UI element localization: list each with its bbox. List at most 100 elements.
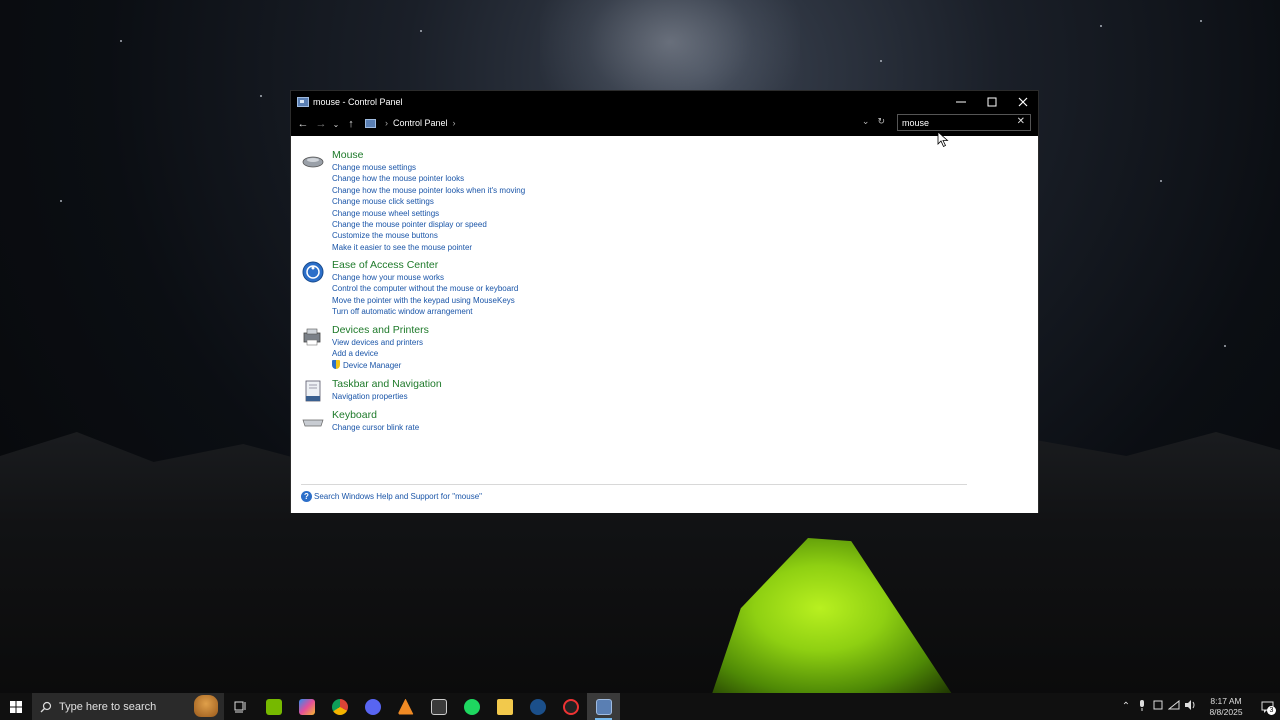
start-button[interactable]	[0, 693, 32, 720]
vlc-icon	[397, 698, 414, 715]
chevron-down-icon: ⌄	[332, 119, 340, 129]
taskbar-app-control-panel[interactable]	[587, 693, 620, 720]
control-panel-icon	[365, 118, 376, 128]
keyboard-icon	[301, 411, 325, 433]
address-tools: ⌄ ↻	[862, 116, 885, 127]
results-pane: Mouse Change mouse settings Change how t…	[291, 136, 1038, 513]
taskbar-app-vlc[interactable]	[389, 693, 422, 720]
link-mousekeys[interactable]: Move the pointer with the keypad using M…	[332, 295, 518, 306]
forward-button[interactable]: →	[312, 114, 330, 134]
star	[1160, 180, 1162, 182]
group-title[interactable]: Keyboard	[332, 409, 377, 421]
breadcrumb-control-panel[interactable]: Control Panel	[393, 118, 448, 128]
search-highlight-icon	[194, 695, 218, 717]
steam-icon	[529, 698, 546, 715]
link-click-settings[interactable]: Change mouse click settings	[332, 196, 525, 207]
minimize-icon	[955, 101, 966, 102]
link-window-arrangement[interactable]: Turn off automatic window arrangement	[332, 306, 518, 317]
network-icon[interactable]	[1166, 699, 1182, 713]
taskbar-app-discord[interactable]	[356, 693, 389, 720]
title-bar[interactable]: mouse - Control Panel	[291, 91, 1038, 112]
devices-printers-icon	[301, 326, 325, 348]
control-panel-icon	[297, 96, 309, 107]
divider	[301, 484, 967, 485]
link-customize-buttons[interactable]: Customize the mouse buttons	[332, 230, 525, 241]
ease-of-access-icon	[301, 261, 325, 283]
address-bar: ← → ⌄ ↑ › Control Panel › ⌄ ↻ mouse ✕	[291, 112, 1038, 136]
address-dropdown-icon[interactable]: ⌄	[862, 116, 870, 127]
shield-icon	[332, 359, 340, 369]
control-panel-icon	[595, 698, 612, 715]
search-input[interactable]: mouse ✕	[897, 114, 1031, 131]
star	[1100, 25, 1102, 27]
link-view-devices-printers[interactable]: View devices and printers	[332, 337, 423, 348]
taskbar-app-nvidia[interactable]	[257, 693, 290, 720]
chrome-icon	[331, 698, 348, 715]
back-button[interactable]: ←	[294, 114, 312, 134]
taskbar-app-file-explorer[interactable]	[488, 693, 521, 720]
taskbar-app-store[interactable]	[422, 693, 455, 720]
taskbar-app-chrome[interactable]	[323, 693, 356, 720]
link-label: Device Manager	[343, 360, 402, 370]
recent-locations-button[interactable]: ⌄	[330, 114, 342, 134]
maximize-button[interactable]	[976, 91, 1007, 112]
windows-logo-icon	[10, 700, 22, 713]
mouse-icon	[301, 151, 325, 173]
link-how-mouse-works[interactable]: Change how your mouse works	[332, 272, 518, 283]
taskbar-navigation-icon	[301, 380, 325, 402]
task-view-button[interactable]	[224, 693, 257, 720]
help-search-link[interactable]: ? Search Windows Help and Support for "m…	[301, 491, 482, 502]
back-arrow-icon: ←	[297, 118, 309, 130]
chevron-right-icon: ›	[385, 118, 388, 128]
link-easier-to-see-pointer[interactable]: Make it easier to see the mouse pointer	[332, 242, 525, 253]
breadcrumb[interactable]: › Control Panel › ⌄ ↻	[361, 114, 889, 132]
microphone-icon[interactable]	[1134, 699, 1150, 714]
link-pointer-looks-moving[interactable]: Change how the mouse pointer looks when …	[332, 185, 525, 196]
taskbar-search-placeholder: Type here to search	[59, 700, 157, 713]
minimize-button[interactable]	[945, 91, 976, 112]
star	[1224, 345, 1226, 347]
refresh-icon[interactable]: ↻	[877, 116, 885, 127]
close-button[interactable]	[1007, 91, 1038, 112]
group-title[interactable]: Ease of Access Center	[332, 259, 438, 271]
task-view-icon	[234, 701, 245, 712]
up-button[interactable]: ↑	[342, 114, 360, 134]
close-icon	[1018, 97, 1027, 106]
window-controls	[945, 91, 1038, 112]
spotify-icon	[463, 698, 480, 715]
link-wheel-settings[interactable]: Change mouse wheel settings	[332, 208, 525, 219]
link-pointer-looks[interactable]: Change how the mouse pointer looks	[332, 173, 525, 184]
link-change-mouse-settings[interactable]: Change mouse settings	[332, 162, 525, 173]
link-navigation-properties[interactable]: Navigation properties	[332, 391, 408, 402]
help-icon: ?	[301, 491, 312, 502]
notifications-button[interactable]: 3	[1254, 693, 1280, 720]
store-icon	[430, 698, 447, 715]
clear-search-icon[interactable]: ✕	[1017, 116, 1025, 127]
star	[60, 200, 62, 202]
taskbar-search-box[interactable]: Type here to search	[32, 693, 224, 720]
taskbar-app-capture[interactable]	[554, 693, 587, 720]
link-device-manager[interactable]: Device Manager	[332, 359, 423, 371]
clock-date: 8/8/2025	[1209, 706, 1243, 717]
chevron-up-icon[interactable]: ⌃	[1118, 701, 1134, 712]
volume-icon[interactable]	[1182, 700, 1198, 713]
group-title[interactable]: Mouse	[332, 149, 364, 161]
taskbar-app-steam[interactable]	[521, 693, 554, 720]
copilot-icon	[298, 698, 315, 715]
group-title[interactable]: Devices and Printers	[332, 324, 429, 336]
link-cursor-blink-rate[interactable]: Change cursor blink rate	[332, 422, 419, 433]
chevron-right-icon[interactable]: ›	[453, 118, 456, 128]
link-add-device[interactable]: Add a device	[332, 348, 423, 359]
group-title[interactable]: Taskbar and Navigation	[332, 378, 442, 390]
system-tray: ⌃ 8:17 AM 8/8/2025 3	[1118, 693, 1280, 720]
forward-arrow-icon: →	[315, 118, 327, 130]
taskbar-app-copilot[interactable]	[290, 693, 323, 720]
link-without-mouse-keyboard[interactable]: Control the computer without the mouse o…	[332, 283, 518, 294]
mouse-cursor-icon	[937, 131, 949, 148]
link-pointer-display-speed[interactable]: Change the mouse pointer display or spee…	[332, 219, 525, 230]
help-link-label: Search Windows Help and Support for "mou…	[314, 492, 482, 501]
taskbar-app-spotify[interactable]	[455, 693, 488, 720]
clock[interactable]: 8:17 AM 8/8/2025	[1202, 696, 1250, 718]
device-icon[interactable]	[1150, 700, 1166, 713]
folder-icon	[496, 698, 513, 715]
